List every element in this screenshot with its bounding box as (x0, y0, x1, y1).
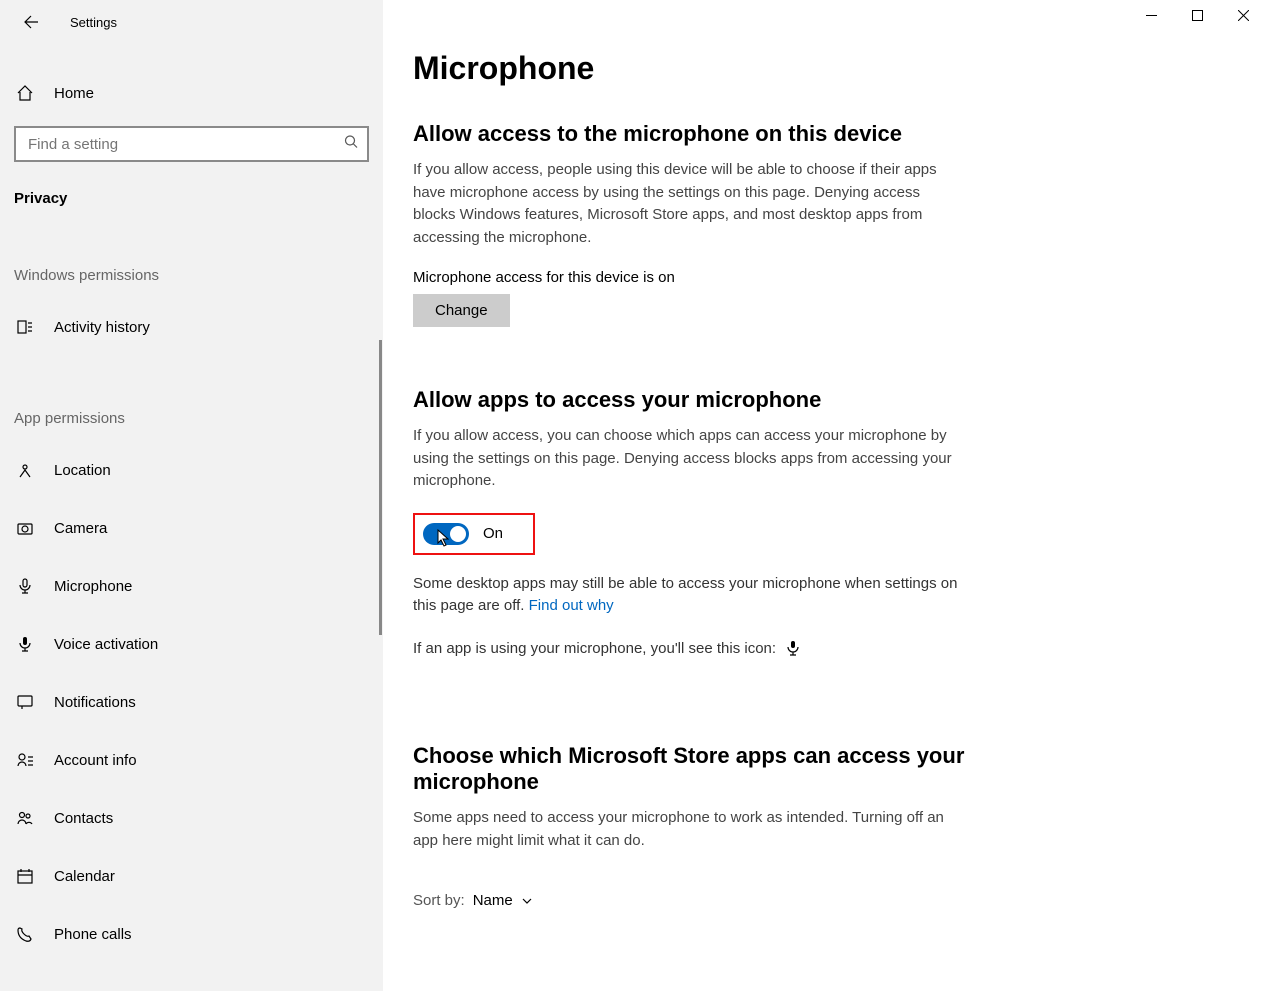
notifications-icon (14, 693, 36, 711)
note-text: If an app is using your microphone, you'… (413, 640, 776, 657)
sidebar-category-label: Privacy (0, 190, 383, 207)
sidebar-item-label: Camera (54, 520, 107, 537)
note-text: Some desktop apps may still be able to a… (413, 575, 957, 615)
sidebar-group-app-permissions: App permissions (0, 410, 383, 427)
sort-by-label: Sort by: (413, 892, 465, 909)
find-out-why-link[interactable]: Find out why (529, 597, 614, 614)
sidebar-item-voice-activation[interactable]: Voice activation (0, 621, 383, 667)
page-title: Microphone (413, 50, 1236, 87)
sidebar-item-camera[interactable]: Camera (0, 505, 383, 551)
calendar-icon (14, 867, 36, 885)
window-controls (1128, 0, 1266, 30)
contacts-icon (14, 809, 36, 827)
voice-activation-icon (14, 635, 36, 653)
nav-list-app-permissions: Location Camera Microphone Voice activat… (0, 447, 383, 957)
sidebar-item-notifications[interactable]: Notifications (0, 679, 383, 725)
nav-list-windows-permissions: Activity history (0, 304, 383, 350)
sidebar-item-label: Notifications (54, 694, 136, 711)
home-icon (14, 84, 36, 102)
search-input[interactable] (14, 126, 369, 162)
microphone-icon (14, 577, 36, 595)
chevron-down-icon (521, 895, 533, 907)
mic-in-use-note: If an app is using your microphone, you'… (413, 638, 973, 664)
sidebar-item-label: Activity history (54, 319, 150, 336)
activity-history-icon (14, 318, 36, 336)
sidebar-group-windows-permissions: Windows permissions (0, 267, 383, 284)
sidebar-scrollbar[interactable] (379, 340, 382, 635)
sidebar-item-label: Home (54, 85, 94, 102)
sidebar-item-label: Location (54, 462, 111, 479)
location-icon (14, 461, 36, 479)
maximize-icon (1192, 10, 1203, 21)
sidebar-item-home[interactable]: Home (0, 70, 383, 116)
sidebar-item-label: Phone calls (54, 926, 132, 943)
section-heading-device-access: Allow access to the microphone on this d… (413, 121, 1236, 147)
search-wrap (0, 126, 383, 162)
sidebar-item-location[interactable]: Location (0, 447, 383, 493)
titlebar: Settings (0, 0, 383, 44)
sidebar: Settings Home Privacy Windows permission… (0, 0, 383, 991)
apps-access-toggle-row: On (413, 513, 535, 555)
section-heading-choose-apps: Choose which Microsoft Store apps can ac… (413, 743, 973, 795)
sort-by-value: Name (473, 892, 513, 909)
sidebar-item-contacts[interactable]: Contacts (0, 795, 383, 841)
desktop-apps-note: Some desktop apps may still be able to a… (413, 573, 973, 618)
close-button[interactable] (1220, 0, 1266, 30)
sidebar-item-calendar[interactable]: Calendar (0, 853, 383, 899)
close-icon (1238, 10, 1249, 21)
section-desc-choose-apps: Some apps need to access your microphone… (413, 807, 953, 852)
sidebar-item-label: Account info (54, 752, 137, 769)
camera-icon (14, 519, 36, 537)
window-title: Settings (70, 15, 117, 30)
sidebar-item-label: Voice activation (54, 636, 158, 653)
minimize-icon (1146, 10, 1157, 21)
back-arrow-icon (23, 14, 39, 30)
maximize-button[interactable] (1174, 0, 1220, 30)
sidebar-item-microphone[interactable]: Microphone (0, 563, 383, 609)
sidebar-item-label: Microphone (54, 578, 132, 595)
sidebar-item-phone-calls[interactable]: Phone calls (0, 911, 383, 957)
toggle-state-label: On (483, 525, 503, 542)
sidebar-item-activity-history[interactable]: Activity history (0, 304, 383, 350)
phone-calls-icon (14, 925, 36, 943)
section-heading-apps-access: Allow apps to access your microphone (413, 387, 1236, 413)
main-content: Microphone Allow access to the microphon… (383, 0, 1266, 991)
section-desc-device-access: If you allow access, people using this d… (413, 159, 953, 249)
sidebar-item-account-info[interactable]: Account info (0, 737, 383, 783)
sidebar-item-label: Calendar (54, 868, 115, 885)
section-desc-apps-access: If you allow access, you can choose whic… (413, 425, 953, 493)
change-button[interactable]: Change (413, 294, 510, 327)
sort-by-dropdown[interactable]: Sort by: Name (413, 892, 1236, 909)
account-info-icon (14, 751, 36, 769)
device-access-status: Microphone access for this device is on (413, 269, 1236, 286)
minimize-button[interactable] (1128, 0, 1174, 30)
microphone-in-use-icon (786, 640, 800, 664)
sidebar-item-label: Contacts (54, 810, 113, 827)
apps-access-toggle[interactable] (423, 523, 469, 545)
toggle-knob (450, 526, 466, 542)
back-button[interactable] (16, 7, 46, 37)
